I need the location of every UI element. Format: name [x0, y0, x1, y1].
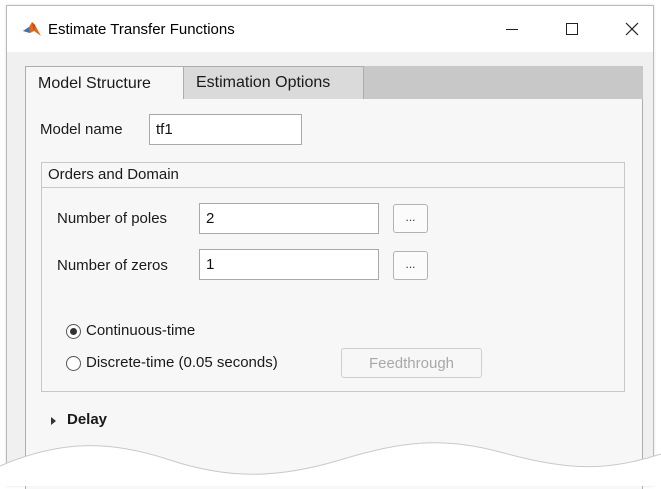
title-bar: Estimate Transfer Functions — [7, 6, 653, 52]
tab-estimation-options-label: Estimation Options — [196, 74, 331, 91]
model-name-label: Model name — [40, 121, 123, 138]
zeros-options-button[interactable]: ... — [393, 251, 428, 280]
torn-edge-decoration — [0, 442, 661, 486]
feedthrough-label: Feedthrough — [368, 354, 455, 372]
close-icon — [625, 22, 639, 36]
tab-model-structure-label: Model Structure — [38, 75, 151, 92]
poles-options-button[interactable]: ... — [393, 204, 428, 233]
number-of-zeros-input[interactable] — [199, 249, 379, 280]
matlab-logo-icon — [23, 22, 41, 36]
model-name-input[interactable] — [149, 114, 302, 145]
tab-model-structure[interactable]: Model Structure — [25, 66, 184, 101]
discrete-time-label: Discrete-time (0.05 seconds) — [86, 354, 278, 371]
maximize-icon — [566, 23, 578, 35]
minimize-button[interactable] — [489, 6, 535, 52]
tab-strip: Model Structure Estimation Options — [25, 66, 643, 101]
tab-estimation-options[interactable]: Estimation Options — [184, 66, 364, 100]
continuous-time-radio[interactable] — [66, 324, 81, 339]
continuous-time-label: Continuous-time — [86, 322, 196, 339]
minimize-icon — [506, 28, 518, 30]
delay-expand-icon[interactable] — [51, 417, 56, 425]
orders-and-domain-header: Orders and Domain — [42, 163, 624, 188]
orders-and-domain-title: Orders and Domain — [48, 166, 179, 183]
close-button[interactable] — [609, 6, 655, 52]
maximize-button[interactable] — [549, 6, 595, 52]
number-of-poles-input[interactable] — [199, 203, 379, 234]
discrete-time-radio[interactable] — [66, 356, 81, 371]
window-title: Estimate Transfer Functions — [48, 21, 235, 38]
estimate-transfer-functions-window: Estimate Transfer Functions Model Struct… — [6, 5, 654, 489]
number-of-zeros-label: Number of zeros — [57, 257, 168, 274]
delay-section-label[interactable]: Delay — [67, 411, 107, 428]
number-of-poles-label: Number of poles — [57, 210, 168, 227]
feedthrough-button[interactable]: Feedthrough — [341, 348, 482, 378]
